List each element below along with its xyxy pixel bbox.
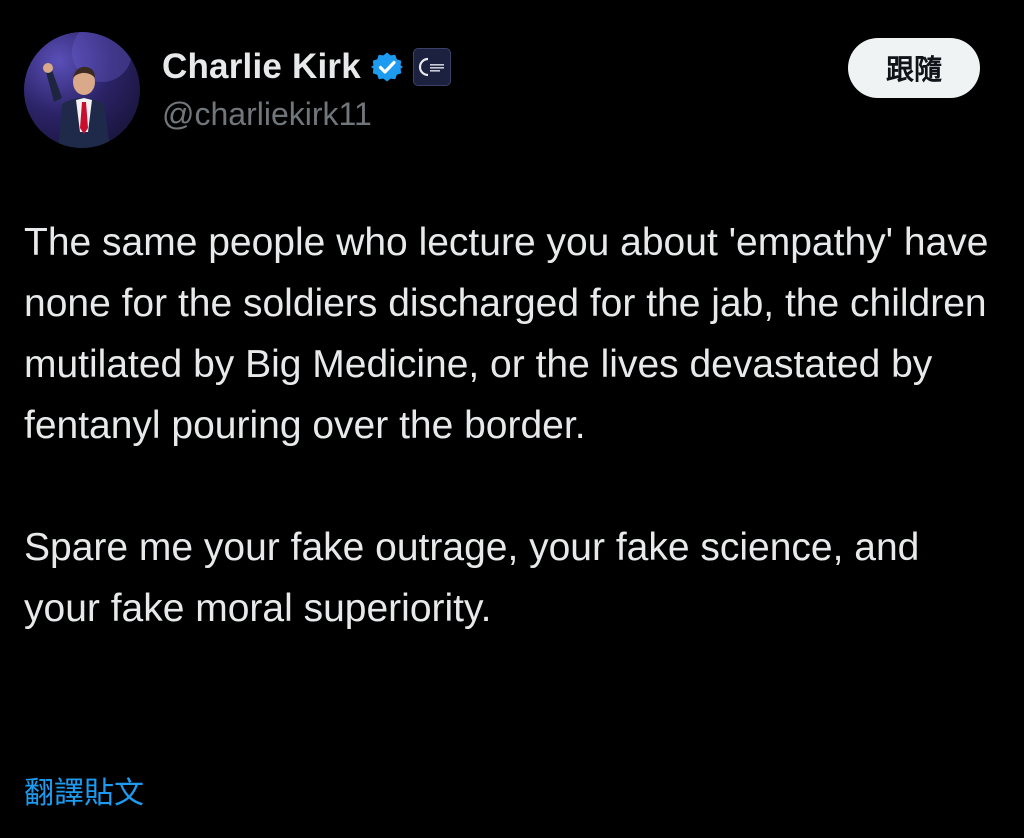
follow-button[interactable]: 跟隨 bbox=[848, 38, 980, 98]
organization-affiliate-icon[interactable] bbox=[412, 48, 451, 86]
name-row: Charlie Kirk bbox=[162, 46, 451, 88]
avatar[interactable] bbox=[24, 32, 140, 148]
verified-badge-icon[interactable] bbox=[370, 51, 403, 83]
author-block: Charlie Kirk @charliekirk11 bbox=[162, 46, 451, 133]
translate-post-link[interactable]: 翻譯貼文 bbox=[24, 768, 144, 812]
tweet-paragraph: The same people who lecture you about 'e… bbox=[24, 221, 989, 447]
tweet-post: Charlie Kirk @charliekirk11 跟隨 The same … bbox=[0, 0, 1024, 838]
tweet-paragraph: Spare me your fake outrage, your fake sc… bbox=[24, 526, 920, 630]
tweet-header: Charlie Kirk @charliekirk11 跟隨 bbox=[24, 32, 980, 152]
avatar-image bbox=[43, 32, 132, 148]
author-display-name[interactable]: Charlie Kirk bbox=[162, 47, 361, 87]
author-handle[interactable]: @charliekirk11 bbox=[162, 96, 451, 133]
tweet-text: The same people who lecture you about 'e… bbox=[24, 212, 994, 639]
